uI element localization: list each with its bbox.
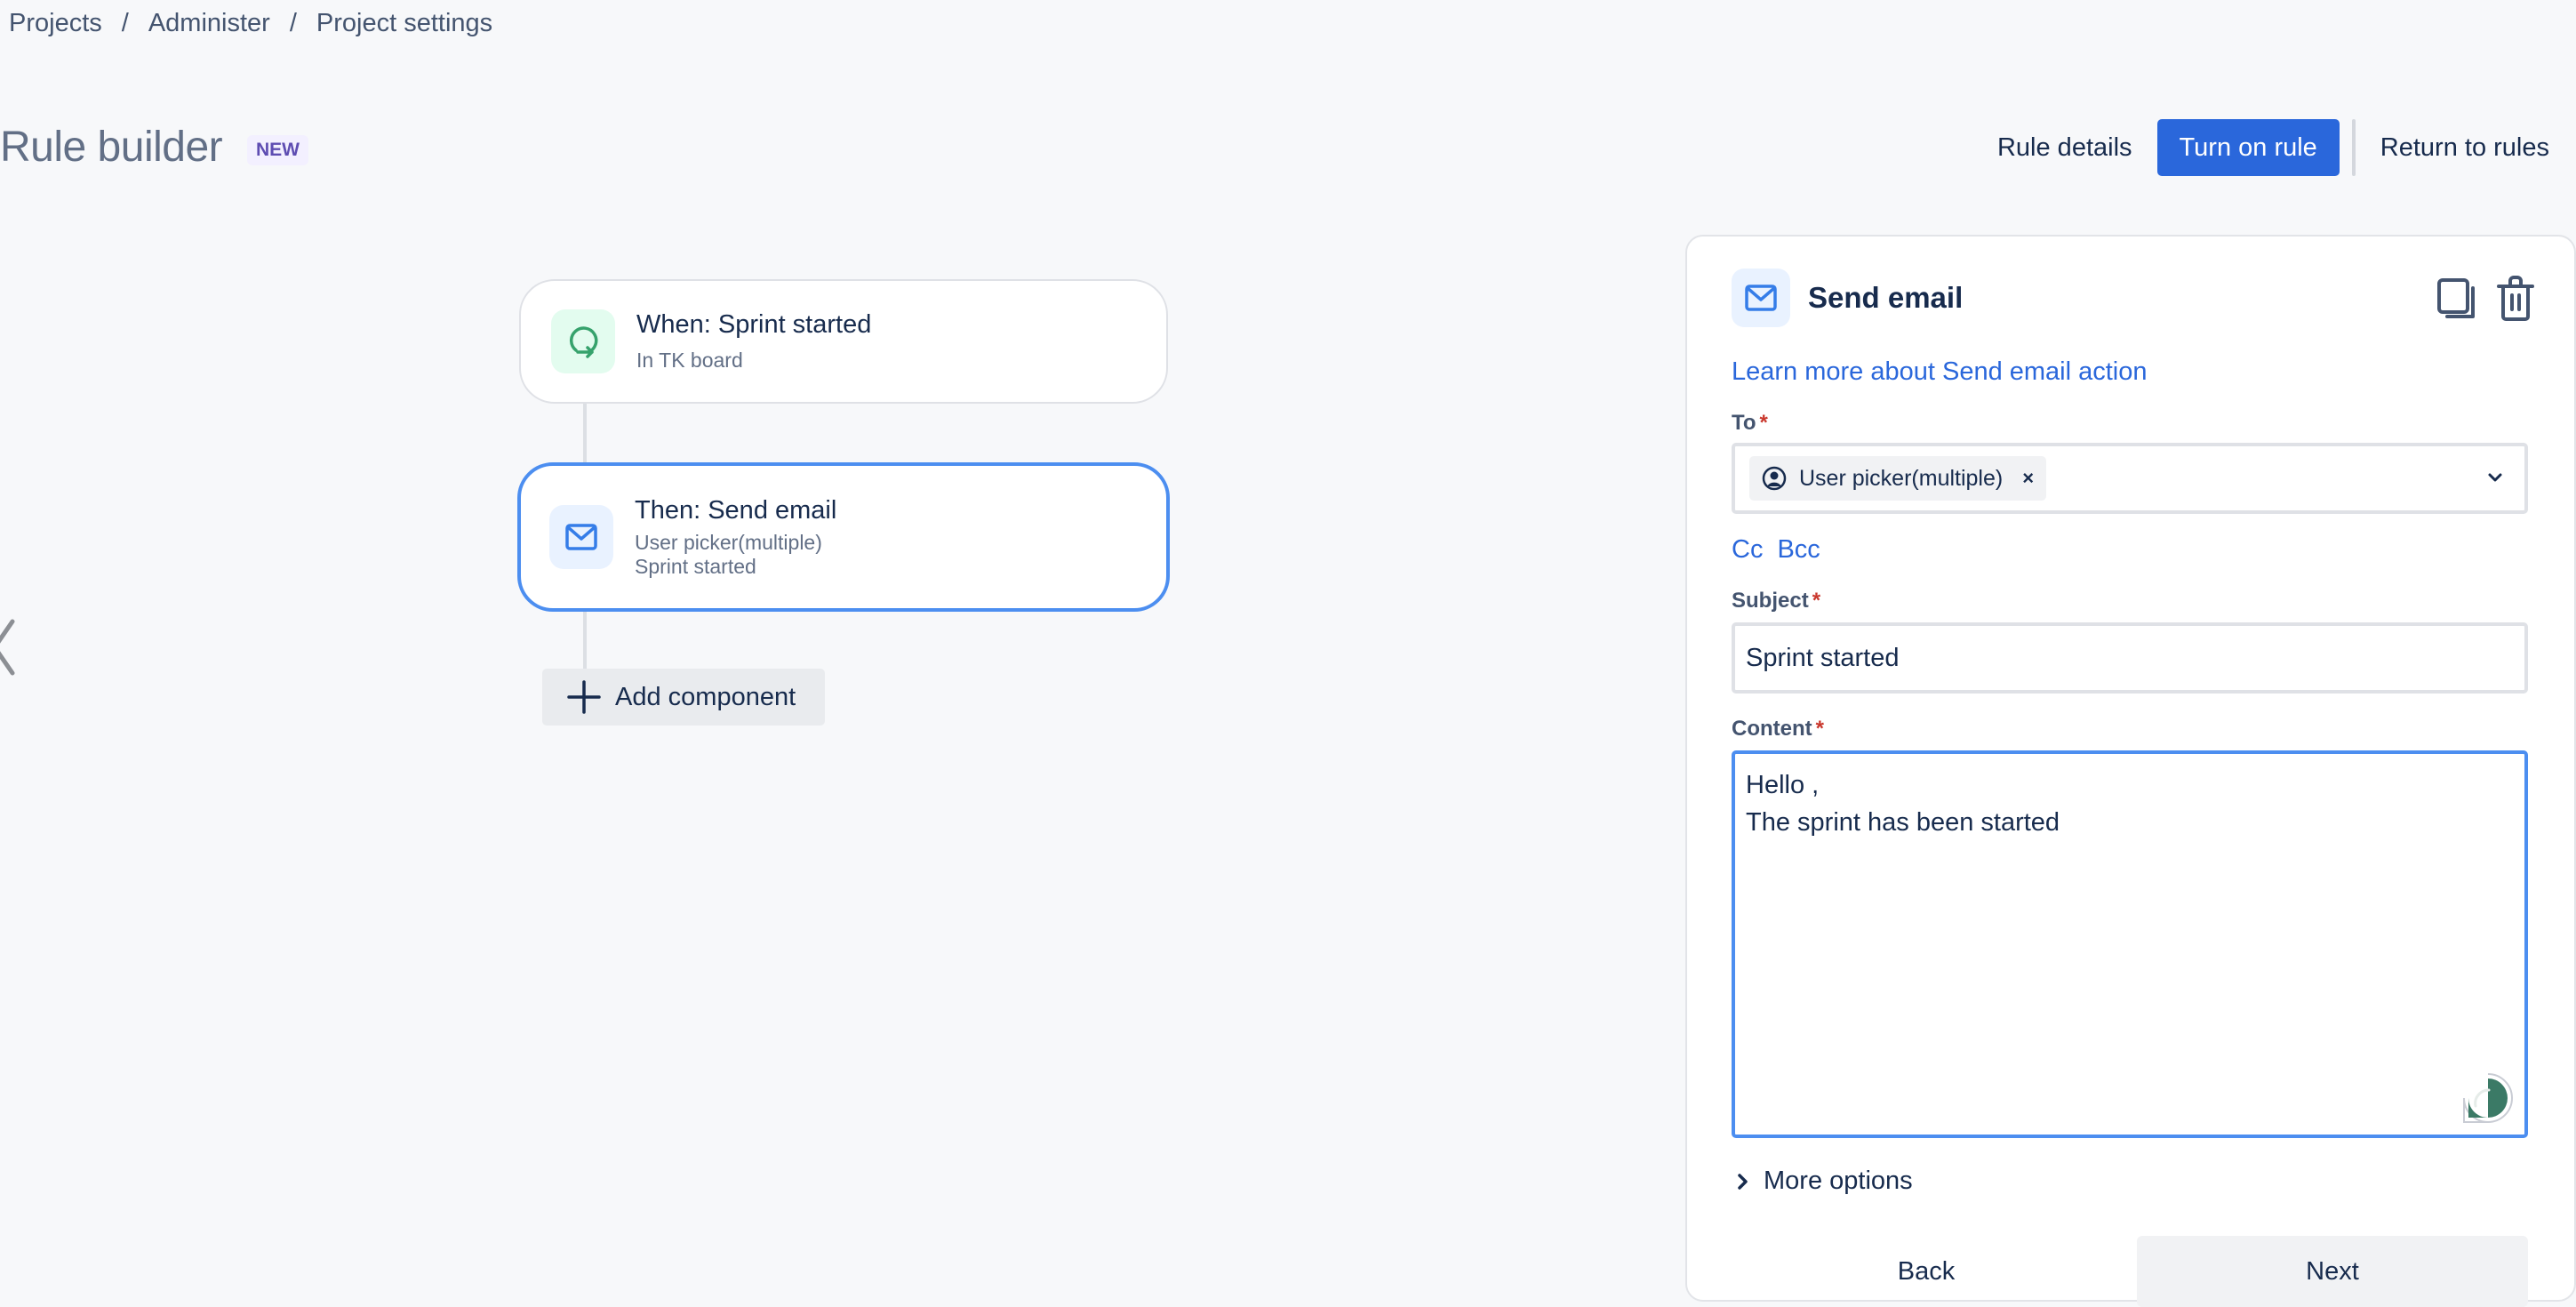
breadcrumb-separator: / — [121, 9, 129, 37]
trigger-title: When: Sprint started — [636, 310, 872, 339]
divider — [2351, 119, 2356, 176]
action-subtitle-1: User picker(multiple) — [635, 530, 822, 554]
breadcrumb-projects[interactable]: Projects — [9, 9, 102, 38]
chat-assistant-icon[interactable] — [2460, 1070, 2516, 1130]
new-badge: NEW — [247, 135, 308, 165]
content-textarea[interactable] — [1732, 750, 2528, 1138]
header-actions: Rule details Turn on rule Return to rule… — [1972, 119, 2576, 176]
content-label: Content * — [1732, 717, 1824, 742]
trigger-node[interactable]: When: Sprint started In TK board — [519, 279, 1168, 404]
more-options-label: More options — [1764, 1167, 1913, 1195]
add-component-label: Add component — [615, 682, 796, 711]
recipient-chip: User picker(multiple) × — [1749, 456, 2047, 501]
rule-details-button[interactable]: Rule details — [1972, 119, 2157, 176]
recipient-chip-label: User picker(multiple) — [1799, 465, 2004, 491]
send-email-panel: Send email Learn more about Send email a… — [1685, 235, 2576, 1307]
duplicate-button[interactable] — [2434, 276, 2480, 322]
chevron-down-icon[interactable] — [2485, 468, 2505, 492]
sprint-cycle-icon — [551, 309, 615, 373]
delete-button[interactable] — [2492, 276, 2539, 322]
action-title: Then: Send email — [635, 495, 837, 525]
to-label-text: To — [1732, 411, 1756, 435]
required-indicator: * — [1812, 589, 1821, 613]
trash-icon — [2497, 276, 2534, 321]
next-button[interactable]: Next — [2137, 1236, 2528, 1307]
cc-bcc-links: Cc Bcc — [1732, 535, 1820, 565]
trigger-subtitle: In TK board — [636, 349, 743, 372]
action-node[interactable]: Then: Send email User picker(multiple) S… — [517, 462, 1170, 612]
connector-line — [583, 404, 587, 462]
subject-label-text: Subject — [1732, 589, 1809, 613]
subject-input[interactable] — [1732, 622, 2528, 694]
to-select[interactable]: User picker(multiple) × — [1732, 443, 2528, 514]
action-subtitle-2: Sprint started — [635, 554, 756, 578]
breadcrumb: Projects / Administer / Project settings — [9, 9, 492, 38]
to-label: To * — [1732, 411, 1768, 436]
subject-label: Subject * — [1732, 589, 1820, 613]
duplicate-icon — [2437, 278, 2475, 318]
mail-icon — [549, 505, 613, 569]
content-label-text: Content — [1732, 717, 1812, 741]
remove-chip-icon[interactable]: × — [2022, 467, 2034, 490]
collapse-sidebar-chevron-icon[interactable] — [0, 618, 18, 685]
page-title: Rule builder — [0, 124, 223, 171]
mail-icon — [1732, 269, 1790, 327]
breadcrumb-separator: / — [289, 9, 297, 37]
connector-line — [583, 612, 587, 670]
required-indicator: * — [1759, 411, 1768, 435]
user-avatar-icon — [1762, 466, 1787, 491]
add-component-button[interactable]: Add component — [542, 669, 825, 726]
learn-more-link[interactable]: Learn more about Send email action — [1732, 357, 2148, 387]
return-to-rules-button[interactable]: Return to rules — [2363, 119, 2576, 176]
panel-title: Send email — [1808, 281, 1964, 314]
more-options-toggle[interactable]: More options — [1737, 1167, 1913, 1196]
breadcrumb-administer[interactable]: Administer — [148, 9, 270, 38]
cc-link[interactable]: Cc — [1732, 535, 1763, 565]
plus-icon — [567, 680, 601, 714]
breadcrumb-project-settings[interactable]: Project settings — [316, 9, 492, 38]
chevron-right-icon — [1738, 1173, 1748, 1190]
required-indicator: * — [1815, 717, 1824, 741]
turn-on-rule-button[interactable]: Turn on rule — [2156, 119, 2340, 176]
back-button[interactable]: Back — [1732, 1236, 2121, 1307]
bcc-link[interactable]: Bcc — [1777, 535, 1820, 565]
panel-actions — [2434, 276, 2539, 322]
panel-header: Send email — [1732, 269, 1963, 327]
